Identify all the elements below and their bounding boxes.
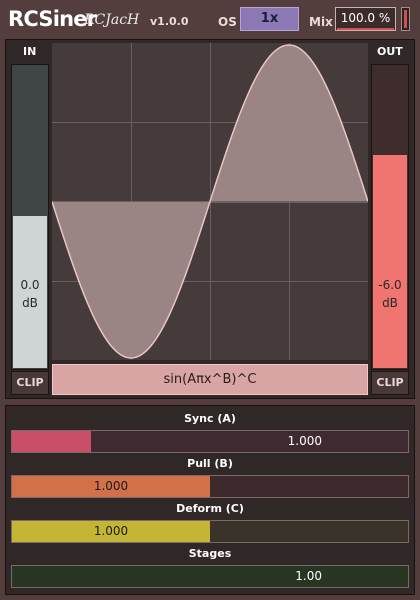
stages-label: Stages	[188, 547, 232, 560]
pull-label: Pull (B)	[187, 457, 233, 470]
input-meter: 0.0 dB	[11, 64, 49, 370]
deform-value: 1.000	[93, 524, 129, 538]
deform-label: Deform (C)	[176, 502, 244, 515]
mix-meter-fill	[404, 10, 407, 28]
waveshaper-graph	[52, 43, 368, 360]
stages-slider[interactable]: 1.00	[11, 565, 409, 588]
output-clip-indicator[interactable]: CLIP	[371, 371, 409, 395]
input-meter-value: 0.0	[20, 278, 40, 292]
output-meter: -6.0 dB	[371, 64, 409, 370]
sync-slider[interactable]: 1.000	[11, 430, 409, 453]
version-label: v1.0.0	[150, 15, 189, 28]
mix-meter	[401, 7, 410, 31]
pull-slider[interactable]: 1.000	[11, 475, 409, 498]
sync-value: 1.000	[287, 434, 322, 448]
stages-value: 1.00	[295, 569, 322, 583]
mix-value-bar	[337, 28, 394, 30]
brand-subtitle: RCJacH	[84, 12, 140, 28]
output-meter-unit: dB	[382, 296, 398, 310]
sync-label: Sync (A)	[184, 412, 236, 425]
formula-display: sin(Aπx^B)^C	[52, 364, 368, 395]
oversampling-button[interactable]: 1x	[240, 7, 299, 31]
output-meter-fill	[373, 155, 407, 368]
input-meter-unit: dB	[22, 296, 38, 310]
os-label: OS	[218, 15, 237, 29]
mix-label: Mix	[309, 15, 333, 29]
input-clip-indicator[interactable]: CLIP	[11, 371, 49, 395]
output-meter-title: OUT	[377, 45, 403, 58]
pull-value: 1.000	[93, 479, 129, 493]
brand-title: RCSiner	[8, 7, 97, 31]
output-meter-value: -6.0	[378, 278, 402, 292]
deform-slider[interactable]: 1.000	[11, 520, 409, 543]
input-meter-title: IN	[23, 45, 37, 58]
sync-slider-fill	[12, 431, 91, 452]
